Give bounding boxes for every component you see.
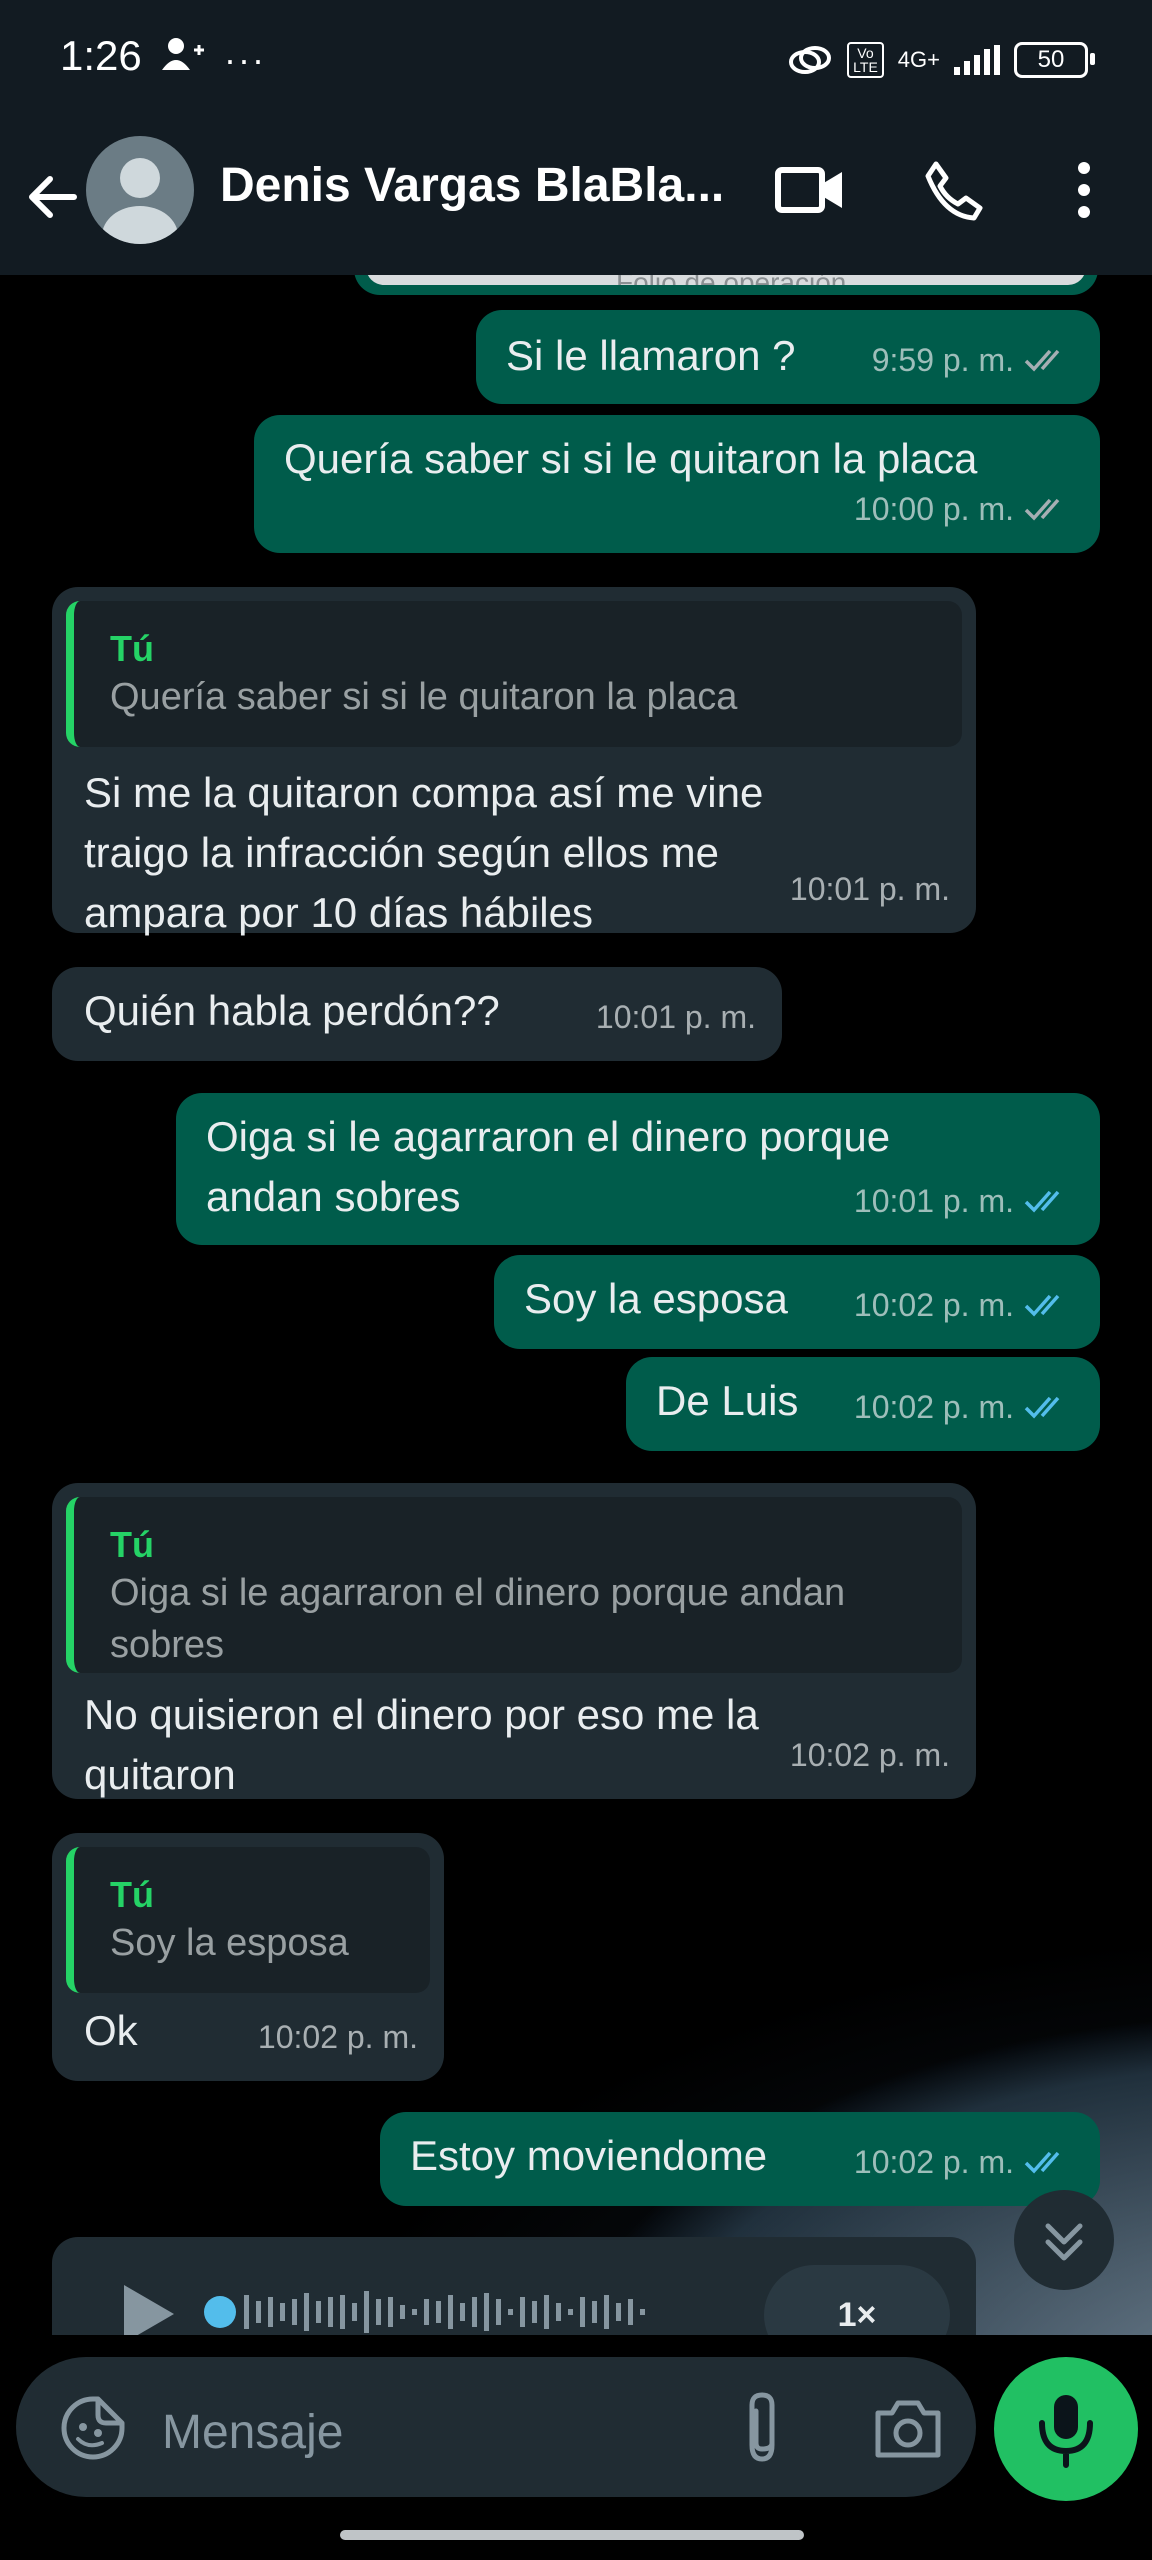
message-meta: 10:01 p. m. <box>790 859 950 919</box>
message-time: 10:02 p. m. <box>853 1287 1014 1323</box>
contact-name[interactable]: Denis Vargas BlaBla... <box>220 158 730 213</box>
message-text: Soy la esposa <box>524 1275 788 1322</box>
message-time: 10:02 p. m. <box>257 2019 418 2055</box>
sticker-icon[interactable] <box>58 2393 128 2463</box>
home-indicator[interactable] <box>340 2530 804 2540</box>
camera-icon[interactable] <box>870 2393 946 2463</box>
playback-speed-label: 1× <box>837 2296 877 2334</box>
voice-note-message[interactable]: 1× <box>52 2237 976 2335</box>
double-chevron-down-icon <box>1045 2223 1083 2261</box>
message-time: 10:02 p. m. <box>853 1389 1014 1425</box>
quoted-reply[interactable]: Tú Soy la esposa <box>66 1847 430 1993</box>
phone-call-icon[interactable] <box>914 150 994 230</box>
attach-icon[interactable] <box>732 2387 792 2467</box>
incoming-message[interactable]: Tú Quería saber si si le quitaron la pla… <box>52 587 976 936</box>
default-avatar-icon <box>102 158 178 244</box>
partial-attachment: Folio de operación <box>366 275 1086 285</box>
outgoing-message[interactable]: Estoy moviendome 10:02 p. m. <box>380 2112 1100 2206</box>
message-meta: 10:02 p. m. <box>854 2132 1074 2192</box>
incoming-message[interactable]: Tú Oiga si le agarraron el dinero porque… <box>52 1483 976 1799</box>
message-text: Si le llamaron ? <box>506 332 796 379</box>
message-text: Oiga si le agarraron el dinero porque an… <box>206 1113 891 1220</box>
incoming-message[interactable]: Tú Soy la esposa Ok 10:02 p. m. <box>52 1833 444 2081</box>
more-options-icon[interactable] <box>1044 150 1124 230</box>
status-right-icons: Vo LTE 4G+ 50 <box>787 36 1095 84</box>
scroll-to-bottom-button[interactable] <box>1014 2190 1114 2290</box>
network-type: 4G+ <box>897 47 940 72</box>
delivered-ticks-icon <box>1024 498 1060 521</box>
message-time: 9:59 p. m. <box>871 342 1014 378</box>
outgoing-message[interactable]: De Luis 10:02 p. m. <box>626 1357 1100 1451</box>
message-meta: 10:00 p. m. <box>854 479 1074 539</box>
read-ticks-icon <box>1024 2151 1060 2174</box>
volte-icon: Vo LTE <box>847 42 884 78</box>
contact-avatar[interactable] <box>86 136 194 244</box>
quoted-reply[interactable]: Tú Quería saber si si le quitaron la pla… <box>66 601 962 747</box>
battery-icon: 50 <box>1014 42 1095 78</box>
battery-level: 50 <box>1037 46 1065 73</box>
message-text: Quién habla perdón?? <box>84 987 500 1034</box>
partial-attachment-text: Folio de operación <box>616 275 846 285</box>
delivered-ticks-icon <box>1024 349 1060 372</box>
more-notifications-icon: ··· <box>224 39 266 80</box>
message-time: 10:02 p. m. <box>789 1737 950 1773</box>
quote-author: Tú <box>110 1874 154 1915</box>
back-arrow-icon[interactable] <box>22 162 82 232</box>
read-ticks-icon <box>1024 1190 1060 1213</box>
message-text: Ok <box>84 2007 138 2054</box>
message-meta: 10:02 p. m. <box>854 1377 1074 1437</box>
message-meta: 10:01 p. m. <box>854 1171 1074 1231</box>
message-time: 10:01 p. m. <box>789 871 950 907</box>
voice-waveform[interactable] <box>202 2277 722 2335</box>
quote-text: Oiga si le agarraron el dinero porque an… <box>110 1572 846 1666</box>
message-meta: 9:59 p. m. <box>872 330 1074 390</box>
message-time: 10:02 p. m. <box>853 2144 1014 2180</box>
message-text: Si me la quitaron compa así me vine trai… <box>84 769 764 936</box>
quote-text: Quería saber si si le quitaron la placa <box>110 676 738 718</box>
outgoing-message[interactable]: Si le llamaron ? 9:59 p. m. <box>476 310 1100 404</box>
quote-author: Tú <box>110 1524 154 1565</box>
read-ticks-icon <box>1024 1294 1060 1317</box>
play-icon[interactable] <box>112 2279 182 2335</box>
outgoing-message[interactable]: Soy la esposa 10:02 p. m. <box>494 1255 1100 1349</box>
read-ticks-icon <box>1024 1396 1060 1419</box>
microphone-icon <box>1039 2395 1093 2468</box>
voice-record-button[interactable] <box>994 2357 1138 2501</box>
message-meta: 10:02 p. m. <box>854 1275 1074 1335</box>
message-composer: Mensaje <box>0 2335 1152 2560</box>
message-meta: 10:02 p. m. <box>258 2007 418 2067</box>
signal-icon <box>954 45 1000 75</box>
incoming-message[interactable]: Quién habla perdón?? 10:01 p. m. <box>52 967 782 1061</box>
message-time: 10:01 p. m. <box>853 1183 1014 1219</box>
message-meta: 10:01 p. m. <box>596 987 756 1047</box>
quote-text: Soy la esposa <box>110 1922 349 1964</box>
video-call-icon[interactable] <box>770 150 850 230</box>
contact-add-notification-icon <box>162 38 204 70</box>
link-icon <box>789 46 832 74</box>
message-input[interactable]: Mensaje <box>16 2357 976 2497</box>
playback-speed-button[interactable]: 1× <box>764 2265 950 2335</box>
chat-messages-area[interactable]: Folio de operación Si le llamaron ? 9:59… <box>0 275 1152 2335</box>
message-time: 10:00 p. m. <box>853 491 1014 527</box>
outgoing-message[interactable]: Oiga si le agarraron el dinero porque an… <box>176 1093 1100 1245</box>
outgoing-message[interactable]: Quería saber si si le quitaron la placa … <box>254 415 1100 553</box>
quote-author: Tú <box>110 628 154 669</box>
message-placeholder: Mensaje <box>162 2406 344 2459</box>
message-text: De Luis <box>656 1377 799 1424</box>
partial-message-bubble[interactable]: Folio de operación <box>354 275 1098 295</box>
status-bar: 1:26 ··· Vo LTE 4G+ 50 <box>0 0 1152 120</box>
message-time: 10:01 p. m. <box>595 999 756 1035</box>
message-text: Estoy moviendome <box>410 2132 768 2179</box>
quoted-reply[interactable]: Tú Oiga si le agarraron el dinero porque… <box>66 1497 962 1673</box>
status-notification-icons: ··· <box>160 36 266 81</box>
status-time: 1:26 <box>60 32 142 79</box>
message-meta: 10:02 p. m. <box>790 1725 950 1785</box>
message-text: No quisieron el dinero por eso me la qui… <box>84 1691 759 1798</box>
